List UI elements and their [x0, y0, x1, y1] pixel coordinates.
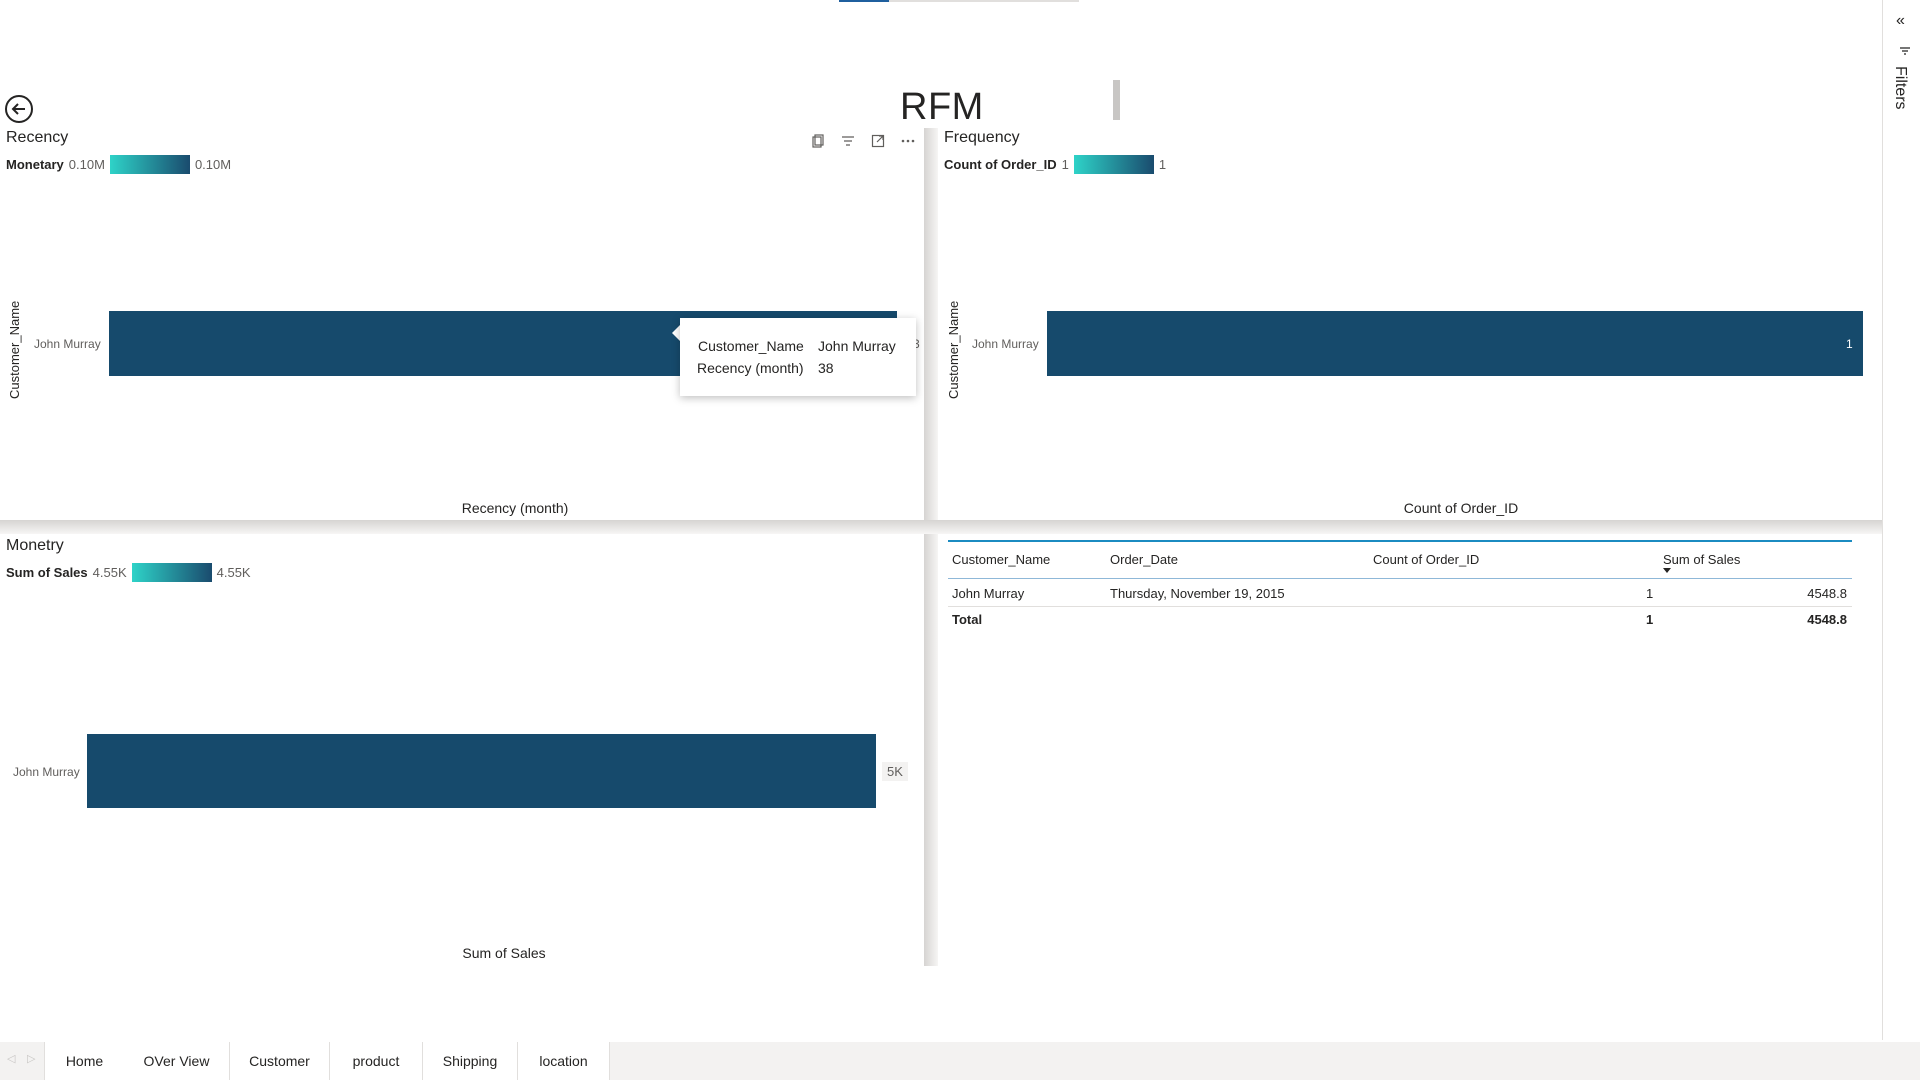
row-divider — [0, 520, 1882, 534]
recency-legend-max: 0.10M — [194, 157, 232, 172]
copy-icon[interactable] — [808, 131, 828, 151]
page-loading-fill — [839, 0, 889, 2]
tab-home[interactable]: Home — [44, 1042, 125, 1080]
filter-pane-icon — [1899, 44, 1911, 62]
tab-location[interactable]: location — [518, 1042, 610, 1080]
tab-shipping[interactable]: Shipping — [423, 1042, 518, 1080]
frequency-legend-gradient — [1073, 155, 1154, 174]
total-count: 1 — [1646, 612, 1654, 627]
focus-mode-icon[interactable] — [868, 131, 888, 151]
frequency-category-label: John Murray — [972, 337, 1039, 351]
tab-product[interactable]: product — [330, 1042, 423, 1080]
frequency-legend-min: 1 — [1061, 157, 1069, 172]
collapse-pane-icon[interactable]: « — [1896, 12, 1905, 30]
filters-label[interactable]: Filters — [1891, 66, 1909, 110]
frequency-legend-max: 1 — [1158, 157, 1167, 172]
recency-legend-gradient — [109, 155, 190, 174]
total-sales: 4548.8 — [1807, 612, 1847, 627]
tab-overview[interactable]: OVer View — [124, 1042, 230, 1080]
table-row: John Murray Thursday, November 19, 2015 … — [948, 579, 1852, 607]
header-order-date[interactable]: Order_Date — [1110, 552, 1178, 567]
monetary-x-axis-label: Sum of Sales — [462, 945, 546, 961]
cell-sum-of-sales: 4548.8 — [1807, 586, 1847, 601]
recency-visual-header — [808, 131, 918, 151]
frequency-chart-title: Frequency — [944, 129, 1020, 146]
sales-table[interactable]: Customer_Name Order_Date Count of Order_… — [948, 540, 1852, 634]
title-decoration-bar — [1113, 80, 1120, 120]
recency-category-label: John Murray — [34, 337, 101, 351]
header-customer-name[interactable]: Customer_Name — [952, 552, 1050, 567]
recency-legend: Monetary 0.10M 0.10M — [6, 155, 231, 174]
recency-legend-min: 0.10M — [68, 157, 105, 172]
monetary-data-label: 5K — [882, 762, 908, 781]
monetary-legend-gradient — [131, 563, 212, 582]
tooltip-key-customer: Customer_Name — [698, 338, 804, 354]
tooltip-value-recency: 38 — [818, 360, 834, 376]
header-count-order-id[interactable]: Count of Order_ID — [1373, 552, 1479, 567]
recency-tooltip: Customer_Name John Murray Recency (month… — [680, 318, 916, 396]
cell-count-order-id: 1 — [1646, 586, 1654, 601]
monetary-legend-max: 4.55K — [216, 565, 251, 580]
frequency-legend-title: Count of Order_ID — [944, 157, 1057, 172]
tab-scroll-right-icon[interactable]: ▷ — [27, 1052, 35, 1065]
tooltip-key-recency: Recency (month) — [697, 360, 804, 376]
frequency-y-axis-label: Customer_Name — [946, 300, 961, 399]
recency-x-axis-label: Recency (month) — [461, 500, 569, 516]
recency-y-axis-label: Customer_Name — [7, 300, 22, 399]
tab-scroll-left-icon[interactable]: ◁ — [7, 1052, 15, 1065]
monetary-category-label: John Murray — [13, 765, 80, 779]
monetary-bar[interactable] — [87, 734, 876, 808]
header-sum-of-sales[interactable]: Sum of Sales — [1663, 552, 1740, 567]
cell-customer-name: John Murray — [952, 586, 1025, 601]
back-button[interactable] — [4, 94, 34, 124]
monetary-legend-title: Sum of Sales — [6, 565, 88, 580]
table-total-row: Total 1 4548.8 — [948, 607, 1852, 634]
back-arrow-icon — [5, 95, 33, 123]
recency-legend-title: Monetary — [6, 157, 64, 172]
frequency-legend: Count of Order_ID 1 1 — [944, 155, 1166, 174]
sort-descending-icon — [1663, 568, 1671, 573]
more-options-icon[interactable] — [898, 131, 918, 151]
table-header-row: Customer_Name Order_Date Count of Order_… — [948, 540, 1852, 579]
filter-icon[interactable] — [838, 131, 858, 151]
filters-pane[interactable] — [1882, 0, 1920, 1040]
total-label: Total — [952, 612, 983, 627]
column-divider — [924, 128, 938, 966]
tooltip-value-customer: John Murray — [818, 338, 896, 354]
tab-customer[interactable]: Customer — [230, 1042, 330, 1080]
monetary-chart-title: Monetry — [6, 537, 64, 554]
monetary-legend: Sum of Sales 4.55K 4.55K — [6, 563, 251, 582]
frequency-data-label: 1 — [1846, 337, 1853, 351]
monetary-legend-min: 4.55K — [92, 565, 127, 580]
cell-order-date: Thursday, November 19, 2015 — [1110, 586, 1285, 601]
recency-chart-title: Recency — [6, 129, 69, 146]
frequency-x-axis-label: Count of Order_ID — [1403, 500, 1519, 516]
frequency-bar[interactable] — [1047, 311, 1863, 376]
page-title: RFM — [900, 86, 984, 128]
